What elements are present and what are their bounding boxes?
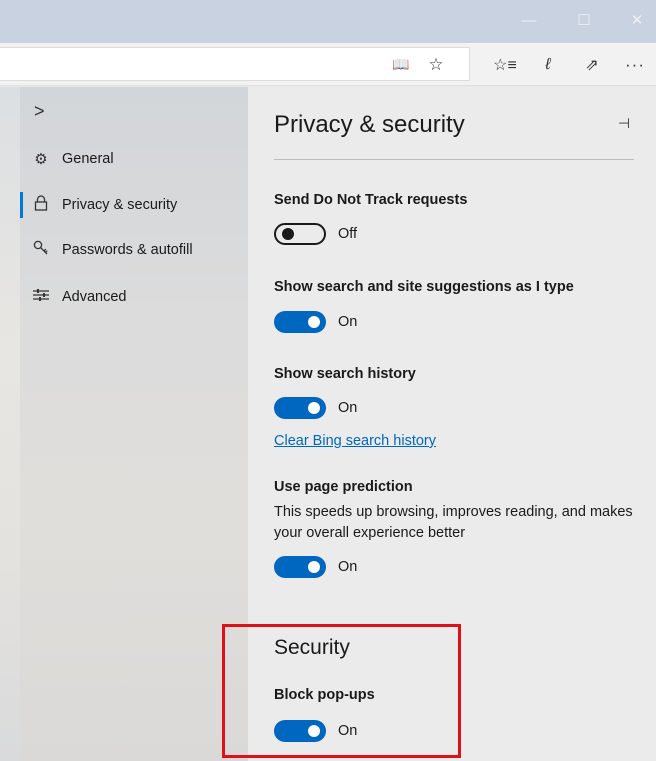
suggestions-label: Show search and site suggestions as I ty…: [274, 279, 574, 295]
divider: [274, 159, 634, 160]
prediction-label: Use page prediction: [274, 479, 413, 495]
history-toggle[interactable]: [274, 397, 326, 419]
chevron-right-icon[interactable]: >: [34, 101, 45, 122]
history-toggle-row: On: [274, 396, 357, 420]
toggle-state: On: [338, 314, 358, 330]
suggestions-toggle[interactable]: [274, 311, 326, 333]
nav-item-passwords-autofill[interactable]: Passwords & autofill: [20, 231, 248, 269]
background-page: [0, 87, 20, 761]
nav-item-label: Privacy & security: [62, 197, 178, 213]
nav-item-privacy-security[interactable]: Privacy & security: [20, 186, 248, 224]
sliders-icon-svg: [33, 289, 49, 301]
sliders-icon: [30, 288, 52, 306]
settings-nav: > ⚙ General Privacy & security Passwords…: [20, 87, 248, 761]
prediction-toggle[interactable]: [274, 556, 326, 578]
nav-item-advanced[interactable]: Advanced: [20, 278, 248, 316]
highlight-box: [222, 624, 461, 758]
nav-item-label: Passwords & autofill: [62, 242, 193, 258]
history-label: Show search history: [274, 366, 416, 382]
key-icon-svg: [33, 240, 48, 255]
maximize-icon[interactable]: ☐: [570, 8, 598, 32]
prediction-description: This speeds up browsing, improves readin…: [274, 504, 633, 541]
favorite-star-icon[interactable]: ☆: [421, 43, 451, 86]
nav-item-label: General: [62, 151, 114, 167]
dnt-toggle[interactable]: [274, 223, 326, 245]
nav-item-general[interactable]: ⚙ General: [20, 140, 248, 178]
title-bar: — ☐ ✕: [0, 0, 656, 43]
nav-item-label: Advanced: [62, 289, 127, 305]
prediction-toggle-row: On: [274, 555, 357, 579]
key-icon: [30, 240, 52, 260]
reading-view-icon[interactable]: 📖: [386, 43, 416, 86]
toggle-state: On: [338, 400, 358, 416]
suggestions-toggle-row: On: [274, 310, 357, 334]
pin-icon[interactable]: ⊣: [618, 115, 630, 132]
share-icon[interactable]: ⇗: [577, 43, 607, 86]
gear-icon: ⚙: [34, 151, 48, 168]
panel-title: Privacy & security: [274, 111, 465, 138]
toggle-state: On: [338, 559, 358, 575]
dnt-toggle-row: Off: [274, 222, 357, 246]
browser-toolbar: 📖 ☆ ☆≡ ℓ ⇗ ···: [0, 43, 656, 86]
toggle-state: Off: [338, 226, 358, 242]
lock-icon-svg: [34, 195, 48, 211]
lock-icon: [30, 195, 52, 215]
more-icon[interactable]: ···: [620, 43, 650, 86]
clear-bing-history-link[interactable]: Clear Bing search history: [274, 433, 436, 449]
close-icon[interactable]: ✕: [623, 8, 651, 32]
dnt-label: Send Do Not Track requests: [274, 192, 468, 208]
favorites-list-icon[interactable]: ☆≡: [490, 43, 520, 86]
minimize-icon[interactable]: —: [515, 8, 543, 32]
web-note-icon[interactable]: ℓ: [533, 43, 563, 86]
